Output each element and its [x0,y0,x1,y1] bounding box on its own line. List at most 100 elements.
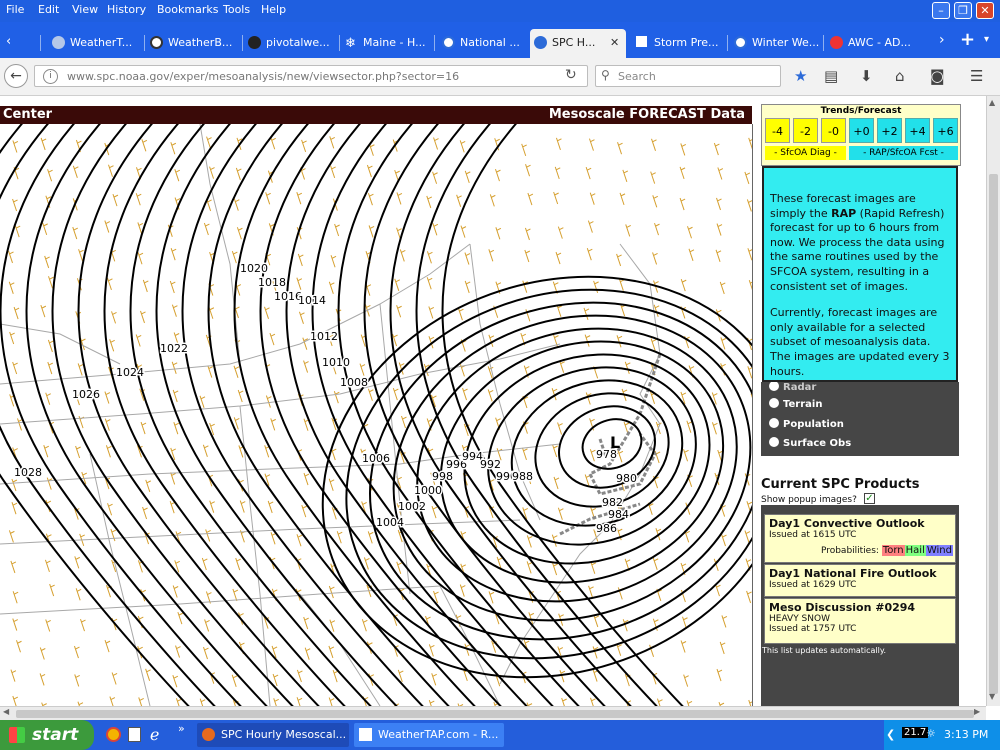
forecast-button-plus2[interactable]: +2 [877,118,902,143]
prob-wind-link[interactable]: Wind [925,545,953,556]
isobar-label: 1002 [398,500,426,513]
chrome-quicklaunch-icon[interactable] [106,727,121,742]
radio-icon [769,437,779,447]
tab-maine[interactable]: ❄ Maine - H... [341,29,433,58]
close-window-icon[interactable]: ✕ [976,2,994,19]
product-card-meso-discussion[interactable]: Meso Discussion #0294 HEAVY SNOW Issued … [764,598,956,644]
tray-expand-icon[interactable]: ❮ [886,728,895,741]
tab-weatherbell[interactable]: WeatherB... [146,29,240,58]
overlay-option-surface-obs[interactable]: Surface Obs [769,437,851,449]
overlay-option-terrain[interactable]: Terrain [769,398,822,410]
trend-button-minus0[interactable]: -0 [821,118,846,143]
rap-fcst-label: - RAP/SfcOA Fcst - [849,146,958,160]
menu-help[interactable]: Help [261,3,286,16]
isobar-label: 980 [616,472,637,485]
isobar-label: 1028 [14,466,42,479]
window-icon [359,728,372,741]
menu-bookmarks[interactable]: Bookmarks [157,3,218,16]
tab-spc[interactable]: SPC H... ✕ [530,29,626,58]
list-tabs-icon[interactable]: ▾ [984,34,989,45]
popup-paragraph-2: Currently, forecast images are only avai… [770,306,950,378]
tab-winter-weather[interactable]: Winter We... [730,29,822,58]
tab-storm-prediction[interactable]: Storm Pre... [632,29,726,58]
more-quicklaunch-icon[interactable]: » [178,722,185,735]
task-weathertap[interactable]: WeatherTAP.com - R... [354,723,504,747]
horizontal-scroll-thumb[interactable] [16,710,974,718]
mesoanalysis-map[interactable]: 1020 1018 1016 1014 1012 1010 1008 1022 1024 1026… [0,118,793,725]
bookmark-star-icon[interactable]: ★ [794,67,807,85]
isobar-label: 988 [512,470,533,483]
reader-list-icon[interactable]: ▤ [824,67,838,85]
show-popup-checkbox[interactable]: ✓ [864,493,875,504]
forecast-button-plus0[interactable]: +0 [849,118,874,143]
menu-file[interactable]: File [6,3,24,16]
info-icon[interactable]: i [43,69,58,84]
right-panel: Trends/Forecast -4 -2 -0 +0 +2 +4 +6 - S… [754,96,986,706]
menu-edit[interactable]: Edit [38,3,59,16]
trend-button-minus4[interactable]: -4 [765,118,790,143]
document-quicklaunch-icon[interactable] [128,727,141,742]
tab-label: pivotalwe... [266,36,330,49]
task-spc-mesoscale[interactable]: SPC Hourly Mesoscal... [197,723,349,747]
tab-pivotalweather[interactable]: pivotalwe... [244,29,338,58]
minimize-icon[interactable]: – [932,2,950,19]
tab-national[interactable]: National ... [438,29,528,58]
tab-label: Winter We... [752,36,820,49]
menu-tools[interactable]: Tools [223,3,250,16]
vertical-scroll-thumb[interactable] [989,174,998,694]
restore-icon[interactable]: ❐ [954,2,972,19]
menu-history[interactable]: History [107,3,146,16]
start-button[interactable]: start [0,720,94,750]
firefox-icon [202,728,215,741]
url-bar[interactable]: i www.spc.noaa.gov/exper/mesoanalysis/ne… [34,65,588,87]
scroll-right-icon[interactable]: ▶ [974,707,980,716]
radio-icon [769,418,779,428]
overlay-options-box: Radar Terrain Population Surface Obs [761,381,959,456]
spc-products-header: Current SPC Products Show popup images? … [760,465,960,505]
overlay-option-population[interactable]: Population [769,418,844,430]
spc-products-box: Current SPC Products Show popup images? … [760,465,960,706]
isobar-label: 1008 [340,376,368,389]
menu-hamburger-icon[interactable]: ☰ [970,67,983,85]
vertical-scrollbar[interactable]: ▲ ▼ [986,96,1000,706]
tray-weather-icon: ☼ [926,727,936,740]
product-card-fire-outlook[interactable]: Day1 National Fire Outlook Issued at 162… [764,564,956,597]
product-card-convective-outlook[interactable]: Day1 Convective Outlook Issued at 1615 U… [764,514,956,563]
forecast-button-plus6[interactable]: +6 [933,118,958,143]
back-arrow-icon[interactable]: ← [4,64,28,88]
map-header: Center Mesoscale FORECAST Data [0,106,752,124]
horizontal-scrollbar[interactable]: ◀ ▶ [0,706,986,721]
pocket-icon[interactable]: ◙ [930,67,945,85]
forecast-button-plus4[interactable]: +4 [905,118,930,143]
tab-awc[interactable]: AWC - AD... [826,29,918,58]
scroll-left-icon[interactable]: ◀ [3,707,9,716]
prob-torn-link[interactable]: Torn [881,545,905,556]
gear-icon [248,36,261,49]
isobar-label: 998 [432,470,453,483]
menu-view[interactable]: View [72,3,98,16]
trend-button-minus2[interactable]: -2 [793,118,818,143]
isobar-label: 986 [596,522,617,535]
download-icon[interactable]: ⬇ [860,67,873,85]
reload-icon[interactable]: ↻ [565,67,577,83]
product-issued: Issued at 1757 UTC [769,624,857,634]
isobar-label: 1026 [72,388,100,401]
tray-temperature: 21.7 [902,727,929,738]
home-icon[interactable]: ⌂ [895,67,905,85]
isobar-label: 1022 [160,342,188,355]
tab-label: Maine - H... [363,36,426,49]
scroll-up-icon[interactable]: ▲ [989,98,995,107]
scroll-tabs-left-icon[interactable]: ‹ [6,34,11,49]
nws-icon [734,36,747,49]
globe-icon [52,36,65,49]
search-input[interactable]: ⚲ Search [595,65,781,87]
close-tab-icon[interactable]: ✕ [610,29,619,57]
scroll-tabs-right-icon[interactable]: › [939,32,945,48]
tab-weathertap[interactable]: WeatherT... [48,29,142,58]
scroll-down-icon[interactable]: ▼ [989,692,995,701]
overlay-option-radar[interactable]: Radar [769,381,816,393]
prob-hail-link[interactable]: Hail [904,545,926,556]
ie-quicklaunch-icon[interactable]: ℯ [150,725,159,744]
new-tab-icon[interactable]: + [960,29,975,50]
tray-clock: 3:13 PM [944,728,989,741]
